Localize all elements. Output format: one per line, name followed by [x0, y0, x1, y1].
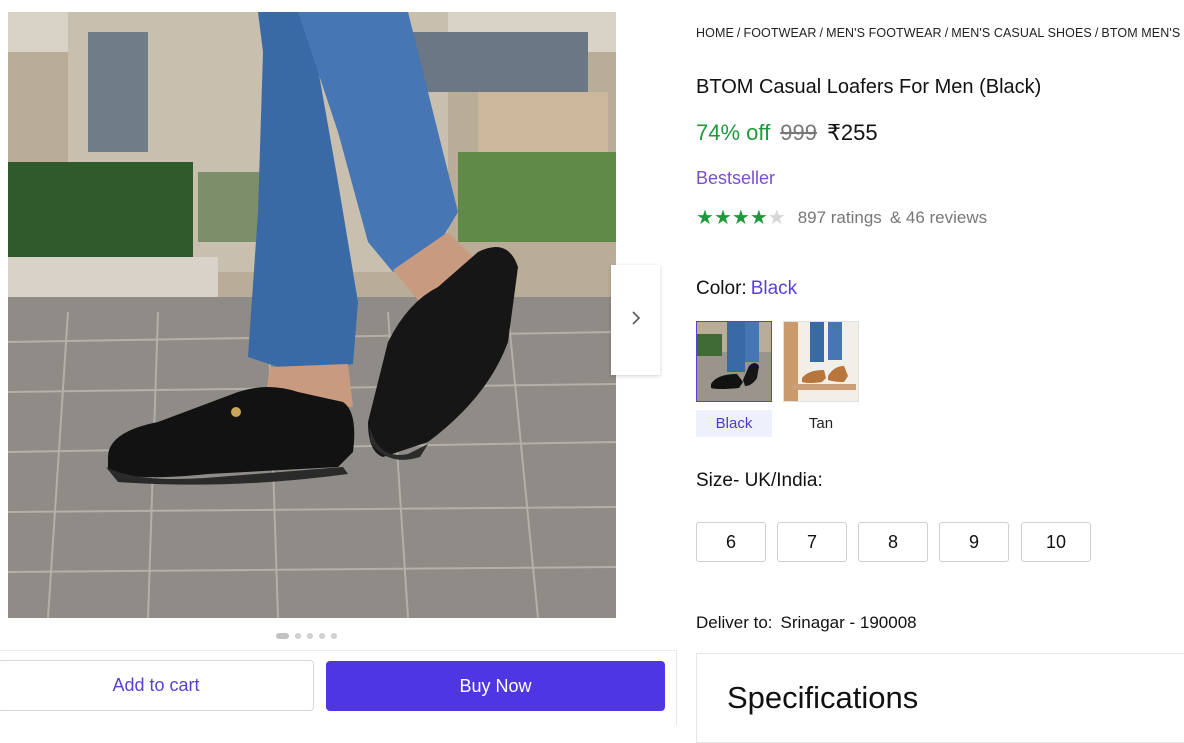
- color-label: Color: Black: [696, 278, 797, 300]
- size-option-6[interactable]: 6: [696, 522, 766, 562]
- mrp-price: 999: [780, 120, 817, 145]
- swatch-label-tan[interactable]: Tan: [783, 410, 859, 437]
- size-option-7[interactable]: 7: [777, 522, 847, 562]
- swatch-label-black[interactable]: Black: [696, 410, 772, 437]
- specifications-title: Specifications: [727, 680, 919, 715]
- size-option-8[interactable]: 8: [858, 522, 928, 562]
- delivery-pincode: Srinagar - 190008: [780, 613, 917, 632]
- gallery-dot-1[interactable]: [276, 633, 289, 639]
- star-icon: ★: [767, 207, 786, 229]
- selected-color: Black: [750, 278, 798, 299]
- reviews-count: & 46 reviews: [889, 208, 988, 227]
- breadcrumb-current: BTOM MEN'S C: [1101, 26, 1184, 40]
- gallery-dot-4[interactable]: [319, 633, 325, 639]
- size-option-9[interactable]: 9: [939, 522, 1009, 562]
- breadcrumb-mens-casual-shoes[interactable]: MEN'S CASUAL SHOES: [951, 26, 1092, 40]
- discount-label: 74% off: [696, 120, 771, 145]
- gallery-dot-5[interactable]: [331, 633, 337, 639]
- add-to-cart-button[interactable]: Add to cart: [0, 660, 314, 711]
- star-icon: ★: [749, 207, 768, 229]
- rating-summary[interactable]: ★ ★ ★ ★ ★ 897 ratings & 46 reviews: [696, 208, 987, 228]
- divider: [676, 650, 677, 725]
- breadcrumb-footwear[interactable]: FOOTWEAR: [743, 26, 816, 40]
- divider: [0, 650, 676, 651]
- product-image[interactable]: [8, 12, 616, 618]
- breadcrumb: HOME / FOOTWEAR / MEN'S FOOTWEAR / MEN'S CASUA…: [696, 26, 1184, 40]
- star-icon: ★: [713, 207, 732, 229]
- color-swatch-tan[interactable]: [783, 321, 859, 402]
- gallery-dot-2[interactable]: [295, 633, 301, 639]
- chevron-right-icon: [630, 310, 642, 331]
- next-image-button[interactable]: [611, 265, 660, 375]
- star-rating: ★ ★ ★ ★ ★: [696, 208, 786, 228]
- breadcrumb-home[interactable]: HOME: [696, 26, 734, 40]
- price-row: 74% off 999 ₹255: [696, 120, 878, 146]
- product-title: BTOM Casual Loafers For Men (Black): [696, 76, 1042, 98]
- buy-now-button[interactable]: Buy Now: [326, 661, 665, 711]
- ratings-count: 897 ratings: [797, 208, 882, 227]
- bestseller-badge: Bestseller: [696, 168, 776, 188]
- breadcrumb-mens-footwear[interactable]: MEN'S FOOTWEAR: [826, 26, 942, 40]
- delivery-location[interactable]: Deliver to: Srinagar - 190008: [696, 613, 917, 633]
- size-label: Size- UK/India:: [696, 470, 823, 491]
- color-label-text: Color:: [696, 278, 747, 299]
- gallery-dot-3[interactable]: [307, 633, 313, 639]
- star-icon: ★: [696, 207, 714, 229]
- gallery-indicator: [276, 633, 337, 639]
- star-icon: ★: [731, 207, 750, 229]
- selling-price: ₹255: [826, 120, 878, 145]
- size-option-10[interactable]: 10: [1021, 522, 1091, 562]
- deliver-label: Deliver to:: [696, 613, 773, 632]
- color-swatch-black[interactable]: [696, 321, 772, 402]
